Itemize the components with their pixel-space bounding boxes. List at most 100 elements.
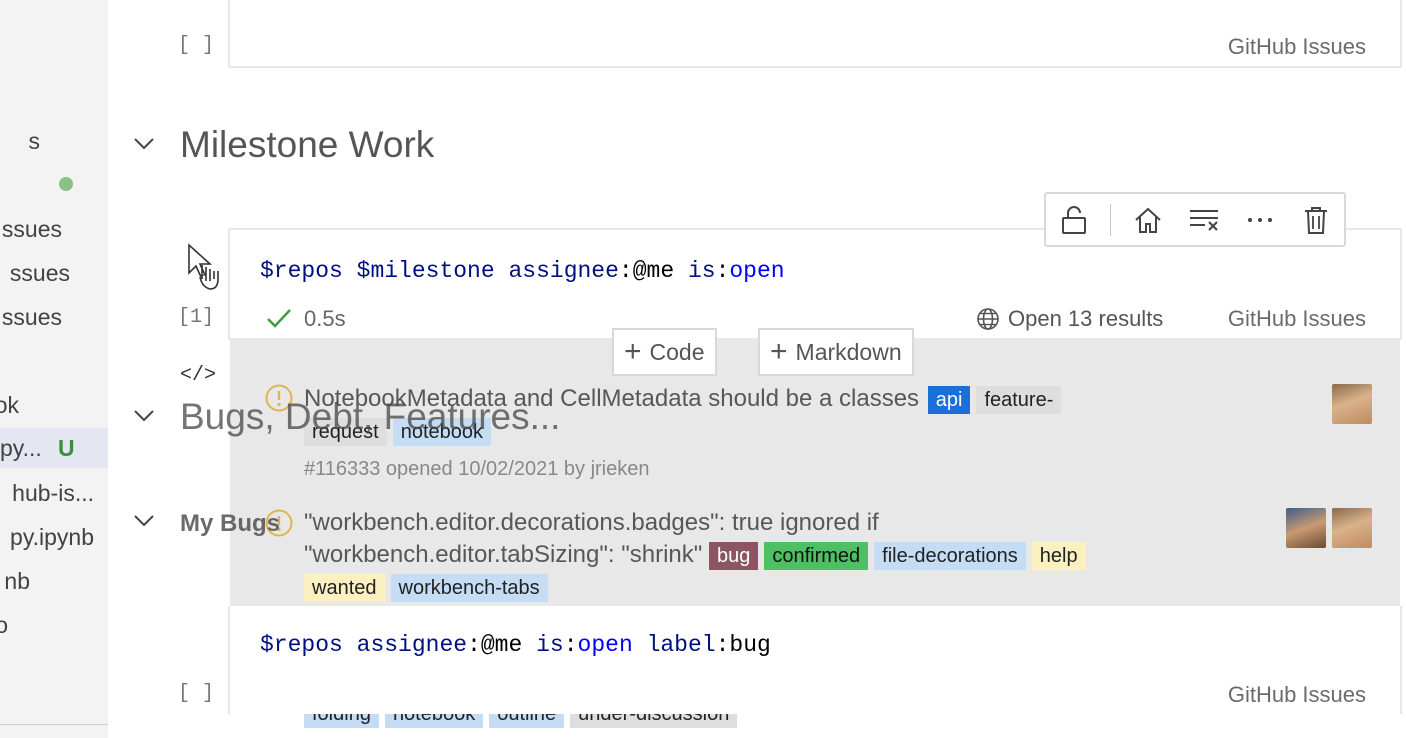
issue-label: api (927, 386, 971, 414)
add-code-label: Code (649, 338, 705, 365)
token: is (536, 632, 564, 658)
sidebar-item-label: nb (4, 568, 30, 594)
sidebar-item[interactable]: hub-is... (0, 473, 94, 513)
add-markdown-cell-button[interactable]: + Markdown (758, 328, 914, 376)
explorer-sidebar: s ssues ssues ssues ok py... U hub-is...… (0, 0, 108, 738)
token: : (563, 632, 578, 658)
modified-dot-icon (59, 177, 73, 191)
hand-cursor-icon (188, 243, 219, 290)
home-icon (1135, 207, 1161, 233)
issue-labels-row: wanted workbench-tabs (304, 574, 554, 602)
cell-toolbar (1044, 192, 1346, 247)
issue-title[interactable]: "workbench.editor.decorations.badges": t… (304, 507, 1092, 539)
execution-count: [1] (178, 306, 215, 329)
more-icon (1248, 218, 1272, 222)
untracked-badge: U (58, 435, 75, 461)
cell-editor[interactable]: $repos $milestone assignee:@me is:open (260, 258, 785, 284)
issue-label: workbench-tabs (390, 574, 548, 602)
sidebar-item[interactable]: ssues (0, 297, 62, 337)
clear-outputs-button[interactable] (1186, 204, 1222, 236)
token: @me (480, 632, 523, 658)
sidebar-item-label: py... (0, 435, 42, 461)
code-cell[interactable]: GitHub Issues (228, 0, 1402, 68)
token: open (577, 632, 633, 658)
more-actions-button[interactable] (1242, 204, 1278, 236)
cell-language-label[interactable]: GitHub Issues (1228, 306, 1366, 332)
plus-icon: + (624, 335, 642, 368)
section-heading: Milestone Work (180, 124, 435, 165)
add-code-cell-button[interactable]: + Code (612, 328, 717, 376)
token: @me (632, 258, 675, 284)
trash-icon (1305, 207, 1327, 234)
issue-label: bug (708, 542, 759, 570)
issue-title[interactable]: "workbench.editor.tabSizing": "shrink" (304, 541, 702, 568)
sidebar-item-selected[interactable]: py... U (0, 428, 108, 468)
token: $repos (260, 258, 343, 284)
token: : (618, 258, 633, 284)
delete-cell-button[interactable] (1298, 204, 1334, 236)
home-button[interactable] (1130, 204, 1166, 236)
sidebar-item-label: ssues (9, 260, 70, 286)
cell-language-label[interactable]: GitHub Issues (1228, 682, 1366, 708)
issue-meta: #116333 opened 10/02/2021 by jrieken (304, 458, 650, 480)
sidebar-item[interactable]: nb (0, 561, 30, 601)
section-heading: My Bugs (180, 510, 281, 537)
token: label (646, 632, 716, 658)
token: : (715, 632, 730, 658)
open-results-link[interactable]: Open 13 results (976, 306, 1163, 332)
toolbar-separator (1110, 204, 1111, 236)
execution-count: [ ] (178, 682, 215, 705)
globe-icon (977, 308, 999, 330)
clear-output-icon (1190, 210, 1218, 231)
execution-count: [ ] (178, 34, 215, 57)
sidebar-item-label: py.ipynb (10, 524, 94, 550)
check-icon (267, 309, 291, 328)
collapse-chevron-icon[interactable] (133, 409, 155, 423)
lock-button[interactable] (1056, 204, 1092, 236)
cell-editor[interactable]: $repos assignee:@me is:open label:bug (260, 632, 771, 658)
sidebar-item-label: hub-is... (12, 480, 94, 506)
avatar (1332, 508, 1372, 548)
token: bug (729, 632, 771, 658)
issue-label: wanted (304, 574, 385, 602)
token: : (715, 258, 730, 284)
collapse-chevron-icon[interactable] (133, 514, 155, 528)
token: $milestone (356, 258, 495, 284)
collapse-chevron-icon[interactable] (133, 137, 155, 151)
issue-item[interactable]: "workbench.editor.decorations.badges": t… (304, 507, 1092, 571)
token: $repos (260, 632, 343, 658)
token: assignee (508, 258, 619, 284)
issue-label: feature- (976, 386, 1062, 414)
sidebar-item[interactable]: s (0, 121, 41, 161)
sidebar-item-label: o (0, 612, 8, 638)
sidebar-item[interactable]: py.ipynb (0, 517, 94, 557)
token: assignee (356, 632, 468, 658)
add-markdown-label: Markdown (795, 338, 902, 365)
issue-label: file-decorations (874, 542, 1026, 570)
sidebar-item[interactable]: ssues (0, 253, 70, 293)
sidebar-item-label: ok (0, 392, 19, 418)
sidebar-divider (0, 724, 108, 725)
sidebar-item-label: s (28, 128, 41, 154)
sidebar-item[interactable]: ok (0, 385, 19, 425)
avatar (1332, 384, 1372, 424)
execution-time: 0.5s (304, 306, 346, 331)
issue-label: confirmed (764, 542, 869, 570)
code-icon[interactable]: </> (180, 364, 216, 387)
sidebar-item-label: ssues (1, 304, 62, 330)
unlock-icon (1062, 206, 1086, 234)
sidebar-item-label: ssues (1, 216, 62, 242)
open-results-label: Open 13 results (1008, 306, 1164, 331)
token: : (467, 632, 481, 658)
code-cell[interactable]: $repos assignee:@me is:open label:bug Gi… (228, 606, 1402, 714)
sidebar-item[interactable]: o (0, 605, 8, 645)
token: open (729, 258, 785, 284)
cell-language-label[interactable]: GitHub Issues (1228, 34, 1366, 60)
token: is (687, 258, 716, 284)
sidebar-item[interactable]: ssues (0, 209, 62, 249)
